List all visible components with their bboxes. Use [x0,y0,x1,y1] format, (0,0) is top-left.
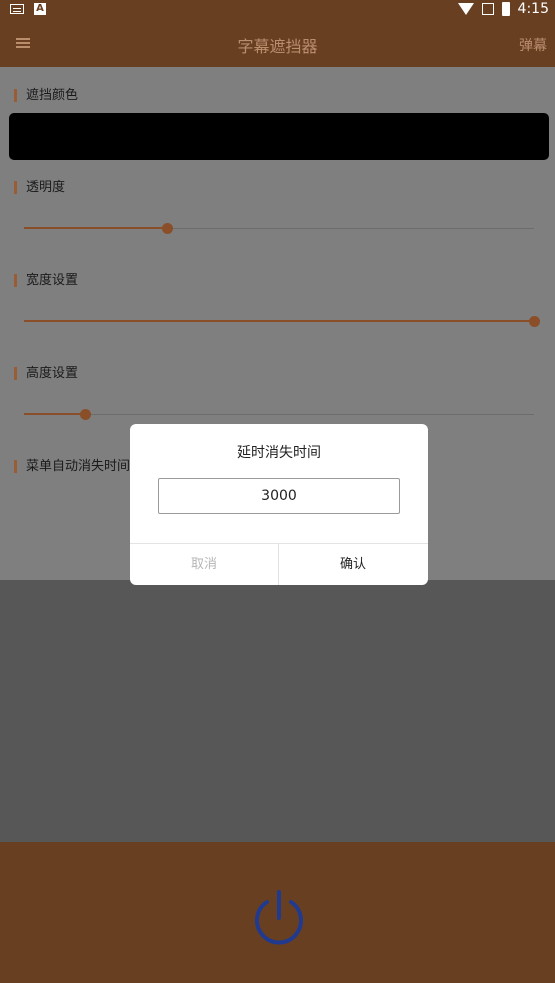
slider-thumb[interactable] [161,223,173,234]
bottom-bar [0,842,555,983]
app-bar: 字幕遮挡器 弹幕 [0,20,555,67]
empty-area [0,580,555,842]
width-label: 宽度设置 [14,274,78,287]
transparency-slider[interactable] [24,222,534,236]
slider-thumb[interactable] [529,316,540,327]
delay-input[interactable]: 3000 [158,478,400,514]
signal-icon [481,3,494,15]
power-icon[interactable] [249,888,309,948]
keyboard-icon [10,4,24,14]
transparency-label: 透明度 [14,181,65,194]
auto-hide-label: 菜单自动消失时间 [14,460,130,473]
danmaku-button[interactable]: 弹幕 [519,35,547,55]
dialog-title: 延时消失时间 [237,445,321,461]
status-time: 4:15 [517,1,549,17]
page-title: 字幕遮挡器 [237,37,318,56]
a-icon: A [34,3,46,15]
width-slider[interactable] [24,315,540,329]
battery-icon [501,2,510,16]
height-slider[interactable] [24,408,534,422]
cancel-button[interactable]: 取消 [130,544,278,585]
wifi-icon [457,3,474,15]
status-bar: A 4:15 [0,0,555,20]
delay-dialog: 延时消失时间 3000 取消 确认 [130,424,428,585]
height-label: 高度设置 [14,367,78,380]
color-swatch[interactable] [9,113,549,160]
slider-thumb[interactable] [80,409,92,420]
confirm-button[interactable]: 确认 [279,544,427,585]
color-label: 遮挡颜色 [14,89,78,102]
